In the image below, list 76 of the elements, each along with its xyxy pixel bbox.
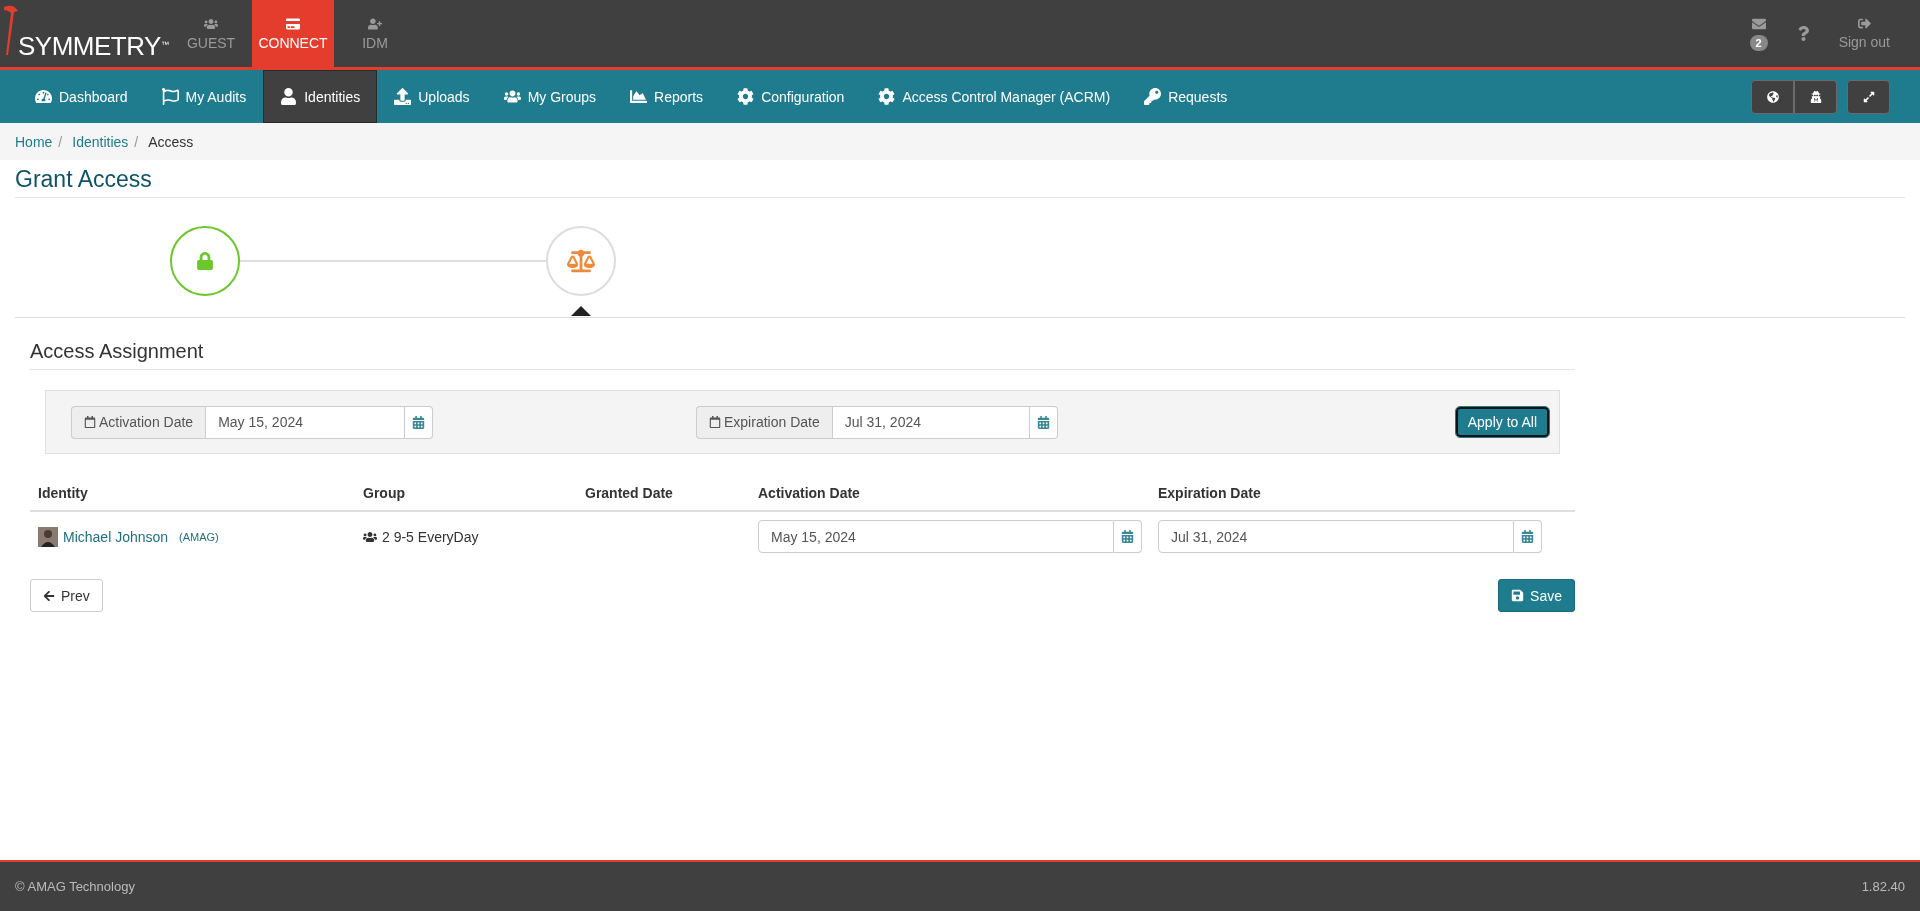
organization-label: (AMAG) [179, 530, 219, 543]
field-label: Expiration Date [696, 405, 832, 439]
toolbar-button[interactable] [1794, 79, 1837, 114]
column-header: Granted Date [584, 485, 674, 501]
sign-out-icon [1857, 17, 1871, 30]
version-text: 1.82.40 [1861, 879, 1905, 894]
users-icon [363, 529, 377, 544]
symmetry-logo[interactable]: SYMMETRY™ [0, 0, 170, 67]
messages-button[interactable]: 2 [1735, 0, 1782, 67]
calendar-icon [1521, 530, 1534, 543]
calendar-icon [1121, 530, 1134, 543]
spy-icon [1809, 90, 1822, 103]
calendar-icon [84, 416, 96, 428]
user-icon [280, 88, 298, 105]
apply-to-all-button[interactable]: Apply to All [1455, 407, 1549, 437]
copyright-text: © AMAG Technology [15, 879, 135, 894]
field-label: Activation Date [71, 405, 206, 439]
expand-icon [1862, 90, 1875, 103]
nav-tab[interactable]: Dashboard [18, 70, 145, 123]
lock-icon [196, 252, 214, 270]
calendar-button[interactable] [1030, 405, 1058, 439]
calendar-button[interactable] [405, 405, 433, 439]
scales-icon [567, 247, 595, 275]
date-field[interactable]: Jul 31, 2024 [1158, 520, 1514, 553]
date-field[interactable]: Jul 31, 2024 [831, 405, 1030, 439]
user-plus-icon [368, 16, 382, 31]
nav-tab[interactable]: Reports [613, 70, 721, 123]
users-icon [503, 88, 521, 105]
column-header: Identity [37, 485, 89, 501]
message-count: 2 [1749, 34, 1768, 51]
calendar-icon [709, 416, 721, 428]
breadcrumb-separator: / [58, 133, 63, 150]
group-name: 2 9-5 EveryDay [382, 528, 479, 545]
app-tab[interactable]: IDM [334, 0, 416, 67]
flag-icon [161, 88, 179, 105]
breadcrumb-link[interactable]: Home [15, 133, 53, 150]
calendar-button[interactable] [1114, 520, 1142, 553]
save-button[interactable]: Save [1498, 579, 1575, 612]
breadcrumb-current: Access [148, 133, 194, 150]
date-field[interactable]: May 15, 2024 [205, 405, 405, 439]
key-icon [1144, 88, 1162, 105]
nav-tab[interactable]: Configuration [720, 70, 862, 123]
nav-tab[interactable]: Requests [1127, 70, 1245, 123]
page-title: Grant Access [15, 166, 1905, 198]
area-chart-icon [630, 88, 648, 105]
avatar-icon [38, 526, 58, 547]
column-header: Group [362, 485, 406, 501]
sign-out-button[interactable]: Sign out [1824, 0, 1920, 67]
envelope-icon [1751, 16, 1766, 31]
calendar-icon [1037, 415, 1050, 429]
arrow-left-icon [43, 589, 55, 602]
gauge-icon [35, 88, 52, 105]
prev-button[interactable]: Prev [30, 579, 103, 612]
nav-tab[interactable]: My Groups [486, 70, 614, 123]
breadcrumb-separator: / [134, 133, 139, 150]
nav-tab[interactable]: Access Control Manager (ACRM) [861, 70, 1128, 123]
identity-link[interactable]: Michael Johnson [63, 528, 169, 545]
breadcrumb-link[interactable]: Identities [72, 133, 129, 150]
section-title: Access Assignment [30, 340, 1575, 370]
toolbar-button[interactable] [1751, 79, 1794, 114]
users-icon [204, 16, 218, 31]
gear-icon [737, 88, 755, 105]
upload-icon [394, 88, 412, 105]
gear-icon [878, 88, 896, 105]
calendar-button[interactable] [1514, 520, 1542, 553]
app-tab[interactable]: GUEST [170, 0, 252, 67]
calendar-icon [412, 415, 425, 429]
app-tab[interactable]: CONNECT [252, 0, 334, 67]
date-field[interactable]: May 15, 2024 [758, 520, 1114, 553]
credit-card-icon [286, 16, 300, 31]
nav-tab[interactable]: Uploads [377, 70, 487, 123]
nav-tab[interactable]: My Audits [144, 70, 264, 123]
globe-icon [1766, 90, 1779, 103]
nav-tab[interactable]: Identities [263, 70, 378, 123]
column-header: Activation Date [757, 485, 861, 501]
column-header: Expiration Date [1157, 485, 1262, 501]
